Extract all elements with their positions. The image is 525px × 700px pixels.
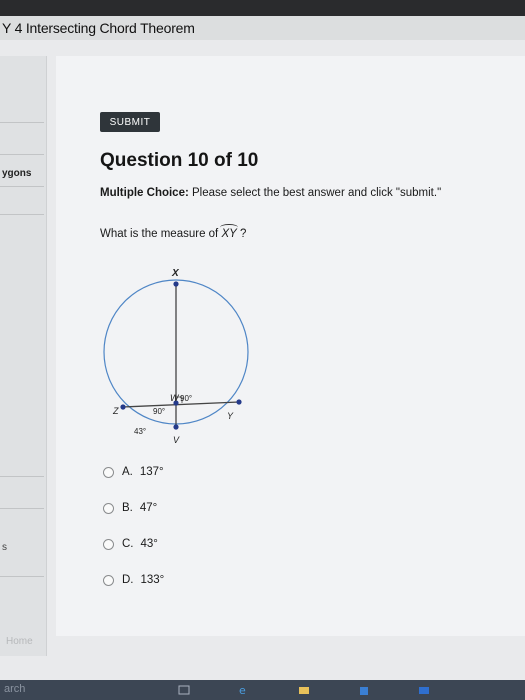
prompt-end: ? bbox=[236, 228, 247, 240]
radio-button[interactable] bbox=[103, 502, 114, 514]
choice-a[interactable]: A. 137° bbox=[103, 466, 164, 478]
choice-letter: A. bbox=[122, 466, 133, 478]
left-divider bbox=[0, 576, 44, 577]
choice-text: 133° bbox=[140, 574, 165, 586]
store-icon[interactable] bbox=[358, 684, 370, 696]
left-divider bbox=[0, 508, 44, 509]
radio-button[interactable] bbox=[103, 574, 114, 586]
faded-home-label: Home bbox=[6, 636, 33, 647]
angle-mid: 90° bbox=[153, 407, 165, 416]
taskbar-search-text[interactable]: arch bbox=[4, 683, 25, 695]
prompt-text: What is the measure of bbox=[100, 228, 222, 240]
left-divider bbox=[0, 186, 44, 187]
choice-text: 47° bbox=[139, 502, 158, 514]
choice-c[interactable]: C. 43° bbox=[103, 538, 158, 550]
svg-text:e: e bbox=[239, 684, 246, 696]
left-divider bbox=[0, 214, 44, 215]
point-z bbox=[120, 404, 126, 410]
radio-button[interactable] bbox=[103, 466, 114, 478]
window-title-bar: Y 4 Intersecting Chord Theorem bbox=[0, 16, 525, 43]
left-panel: ygons s bbox=[0, 56, 47, 656]
window-title: Y 4 Intersecting Chord Theorem bbox=[2, 20, 195, 36]
folder-icon[interactable] bbox=[298, 684, 310, 696]
chord-diagram: X W 90° Z 90° Y 43° V bbox=[103, 268, 249, 445]
label-w: W bbox=[170, 393, 180, 403]
angle-top: 90° bbox=[180, 394, 192, 403]
choice-letter: B. bbox=[122, 502, 133, 514]
left-nav-item[interactable]: s bbox=[2, 542, 7, 553]
left-divider bbox=[0, 476, 44, 477]
instruction-text: Please select the best answer and click … bbox=[188, 187, 442, 199]
point-y bbox=[236, 399, 242, 405]
choice-text: 43° bbox=[140, 538, 158, 550]
question-title: Question 10 of 10 bbox=[100, 150, 259, 171]
label-z: Z bbox=[112, 406, 119, 416]
radio-button[interactable] bbox=[103, 538, 114, 550]
taskbar: arch e bbox=[0, 680, 525, 700]
edge-icon[interactable]: e bbox=[238, 684, 250, 696]
left-nav-item[interactable]: ygons bbox=[2, 168, 31, 179]
choice-d[interactable]: D. 133° bbox=[103, 574, 164, 586]
left-divider bbox=[0, 154, 44, 155]
arc-measure: 43° bbox=[134, 427, 146, 436]
choice-letter: D. bbox=[122, 574, 134, 586]
instruction-label: Multiple Choice: bbox=[100, 187, 189, 199]
point-x bbox=[173, 281, 179, 287]
choice-b[interactable]: B. 47° bbox=[103, 502, 157, 514]
submit-button[interactable]: SUBMIT bbox=[100, 112, 160, 132]
choice-letter: C. bbox=[122, 538, 134, 550]
instructions: Multiple Choice: Please select the best … bbox=[100, 187, 441, 199]
left-divider bbox=[0, 122, 44, 123]
mail-icon[interactable] bbox=[418, 684, 430, 696]
point-v bbox=[173, 424, 179, 430]
label-v: V bbox=[173, 435, 180, 445]
choice-text: 137° bbox=[139, 466, 164, 478]
task-view-icon[interactable] bbox=[178, 684, 190, 696]
label-y: Y bbox=[227, 411, 234, 421]
label-x: X bbox=[171, 268, 180, 279]
arc-name: XY bbox=[220, 224, 239, 240]
question-prompt: What is the measure of XY ? bbox=[100, 224, 247, 240]
